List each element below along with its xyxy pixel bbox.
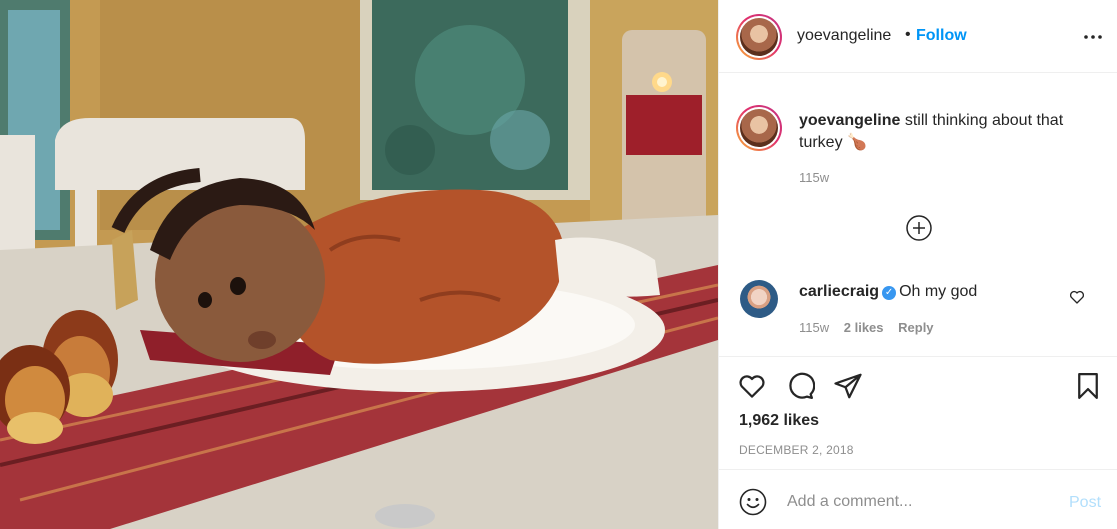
comment-heart-icon[interactable]: [1069, 289, 1085, 305]
avatar-image: [740, 109, 778, 147]
comment-text: carliecraig ✓ Oh my god: [799, 283, 977, 301]
more-icon[interactable]: [1083, 29, 1103, 45]
author-username[interactable]: yoevangeline: [797, 27, 891, 45]
caption-text: yoevangeline still thinking about that t…: [799, 110, 1099, 154]
header-separator: •: [905, 26, 911, 43]
caption-timestamp[interactable]: 115w: [799, 170, 829, 185]
post-header: yoevangeline • Follow: [719, 0, 1117, 73]
post-photo-illustration: [0, 0, 718, 529]
post-photo[interactable]: [0, 0, 718, 529]
comment-likes[interactable]: 2 likes: [844, 320, 884, 335]
emoji-icon[interactable]: [739, 488, 767, 516]
comment-meta: 115w 2 likes Reply: [799, 320, 945, 335]
post-date[interactable]: DECEMBER 2, 2018: [739, 443, 854, 457]
load-more-icon[interactable]: [905, 214, 933, 242]
heart-icon[interactable]: [737, 371, 767, 401]
reply-button[interactable]: Reply: [898, 320, 933, 335]
comment-input[interactable]: [787, 490, 1057, 514]
comment-timestamp[interactable]: 115w: [799, 320, 829, 335]
caption-avatar[interactable]: [736, 105, 782, 151]
post-comment-button[interactable]: Post: [1069, 494, 1101, 512]
author-avatar[interactable]: [736, 14, 782, 60]
caption-username[interactable]: yoevangeline: [799, 112, 900, 129]
comment-composer: Post: [719, 469, 1117, 529]
likes-count[interactable]: 1,962 likes: [739, 412, 819, 430]
post-side-panel: yoevangeline • Follow yoevangeline still…: [718, 0, 1117, 529]
comment-icon[interactable]: [785, 371, 815, 401]
avatar-image: [740, 18, 778, 56]
follow-button[interactable]: Follow: [916, 27, 967, 45]
commenter-username[interactable]: carliecraig: [799, 283, 879, 300]
commenter-avatar[interactable]: [740, 280, 778, 318]
save-icon[interactable]: [1073, 371, 1103, 401]
drumstick-emoji: 🍗: [847, 134, 867, 151]
verified-icon: ✓: [882, 286, 897, 300]
comment-body: Oh my god: [899, 283, 978, 300]
share-icon[interactable]: [833, 371, 863, 401]
post-actions: 1,962 likes DECEMBER 2, 2018: [719, 356, 1117, 469]
